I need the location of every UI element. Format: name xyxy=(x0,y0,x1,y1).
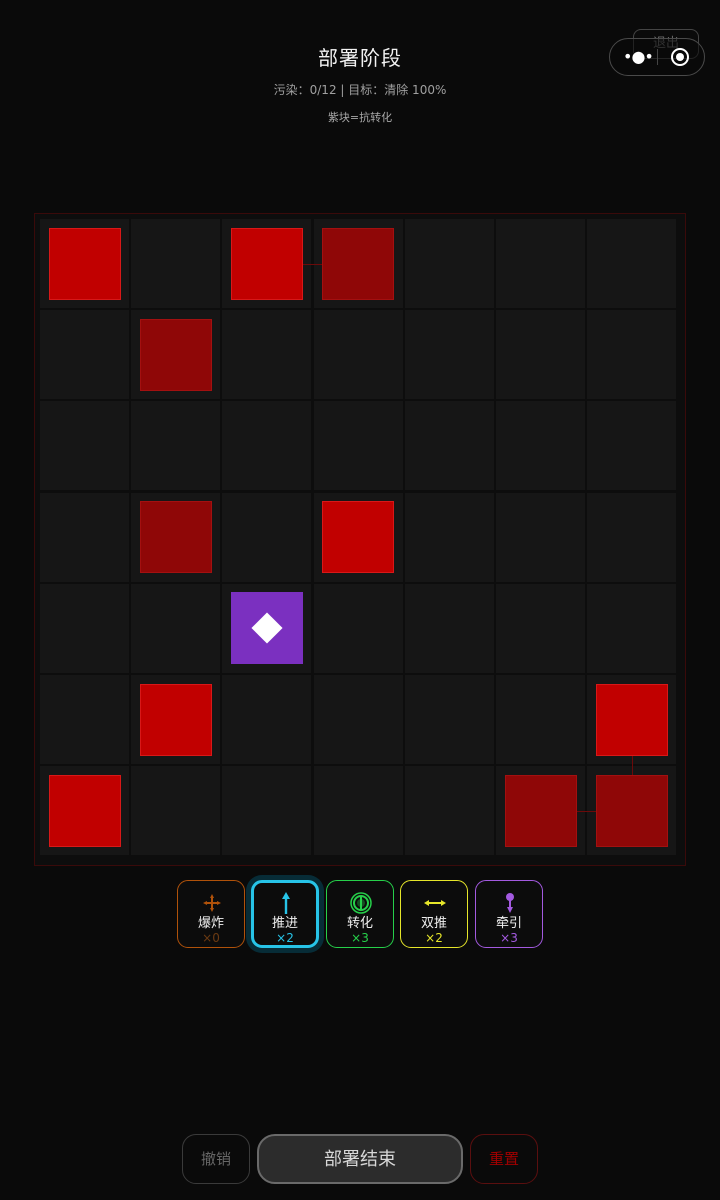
board-cell[interactable] xyxy=(496,310,585,399)
tool-name: 转化 xyxy=(346,916,373,931)
tool-name: 牵引 xyxy=(495,916,522,931)
board-cell[interactable] xyxy=(314,584,403,673)
board-cell[interactable] xyxy=(405,766,494,855)
tool-name: 双推 xyxy=(420,916,447,931)
tool-button[interactable]: 双推 ×2 xyxy=(400,880,468,948)
dark-pollution-block[interactable] xyxy=(140,319,212,391)
board-cell[interactable] xyxy=(496,584,585,673)
board-cell[interactable] xyxy=(222,675,311,764)
tool-name: 推进 xyxy=(271,916,298,931)
board-cell[interactable] xyxy=(496,675,585,764)
board-cell[interactable] xyxy=(405,675,494,764)
board-cell[interactable] xyxy=(405,493,494,582)
board-cell[interactable] xyxy=(314,766,403,855)
diamond-icon xyxy=(251,612,283,644)
board-cell[interactable] xyxy=(587,219,676,308)
explosion-cross-icon xyxy=(200,891,224,915)
double-push-arrow-icon xyxy=(423,891,447,915)
game-board xyxy=(40,219,681,861)
dark-pollution-block[interactable] xyxy=(505,775,577,847)
dark-pollution-block[interactable] xyxy=(322,228,394,300)
board-cell[interactable] xyxy=(314,401,403,490)
board-cell[interactable] xyxy=(40,493,129,582)
tool-count: ×3 xyxy=(500,931,518,945)
end-deploy-button[interactable]: 部署结束 xyxy=(257,1134,463,1184)
tool-count: ×3 xyxy=(351,931,369,945)
board-cell[interactable] xyxy=(405,310,494,399)
tool-button[interactable]: 推进 ×2 xyxy=(251,880,319,948)
dark-pollution-block[interactable] xyxy=(140,501,212,573)
board-cell[interactable] xyxy=(587,310,676,399)
board-cell[interactable] xyxy=(587,584,676,673)
board-cell[interactable] xyxy=(40,401,129,490)
board-cell[interactable] xyxy=(587,493,676,582)
red-pollution-block[interactable] xyxy=(49,228,121,300)
board-cell[interactable] xyxy=(405,584,494,673)
board-cell[interactable] xyxy=(40,675,129,764)
undo-button[interactable]: 撤销 xyxy=(182,1134,250,1184)
reset-button[interactable]: 重置 xyxy=(470,1134,538,1184)
board-cell[interactable] xyxy=(40,310,129,399)
board-cell[interactable] xyxy=(222,766,311,855)
tool-count: ×0 xyxy=(202,931,220,945)
red-pollution-block[interactable] xyxy=(322,501,394,573)
red-pollution-block[interactable] xyxy=(231,228,303,300)
tool-count: ×2 xyxy=(425,931,443,945)
red-pollution-block[interactable] xyxy=(140,684,212,756)
close-target-icon[interactable] xyxy=(671,48,689,66)
board-cell[interactable] xyxy=(587,401,676,490)
board-cell[interactable] xyxy=(405,401,494,490)
board-cell[interactable] xyxy=(314,310,403,399)
red-pollution-block[interactable] xyxy=(596,684,668,756)
capsule-divider xyxy=(657,49,658,65)
convert-ring-icon xyxy=(349,891,373,915)
board-cell[interactable] xyxy=(131,766,220,855)
board-cell[interactable] xyxy=(496,401,585,490)
push-arrow-up-icon xyxy=(274,891,298,915)
board-cell[interactable] xyxy=(222,401,311,490)
pull-pin-icon xyxy=(498,891,522,915)
board-cell[interactable] xyxy=(222,310,311,399)
board-cell[interactable] xyxy=(314,675,403,764)
board-cell[interactable] xyxy=(131,219,220,308)
tool-button[interactable]: 牵引 ×3 xyxy=(475,880,543,948)
hint-text: 紫块=抗转化 xyxy=(327,111,393,124)
tool-name: 爆炸 xyxy=(197,916,224,931)
board-cell[interactable] xyxy=(40,584,129,673)
board-cell[interactable] xyxy=(496,219,585,308)
status-text: 污染：0/12 | 目标：清除 100% xyxy=(273,83,447,97)
dark-pollution-block[interactable] xyxy=(596,775,668,847)
red-pollution-block[interactable] xyxy=(49,775,121,847)
tool-button[interactable]: 转化 ×3 xyxy=(326,880,394,948)
tool-button[interactable]: 爆炸 ×0 xyxy=(177,880,245,948)
board-cell[interactable] xyxy=(131,584,220,673)
miniprogram-capsule: •●• xyxy=(609,38,705,76)
board-cell[interactable] xyxy=(496,493,585,582)
more-dots-icon[interactable]: •●• xyxy=(623,49,654,65)
board-cell[interactable] xyxy=(222,493,311,582)
tool-count: ×2 xyxy=(276,931,294,945)
board-cell[interactable] xyxy=(405,219,494,308)
board-cell[interactable] xyxy=(131,401,220,490)
purple-resistant-block[interactable] xyxy=(231,592,303,664)
